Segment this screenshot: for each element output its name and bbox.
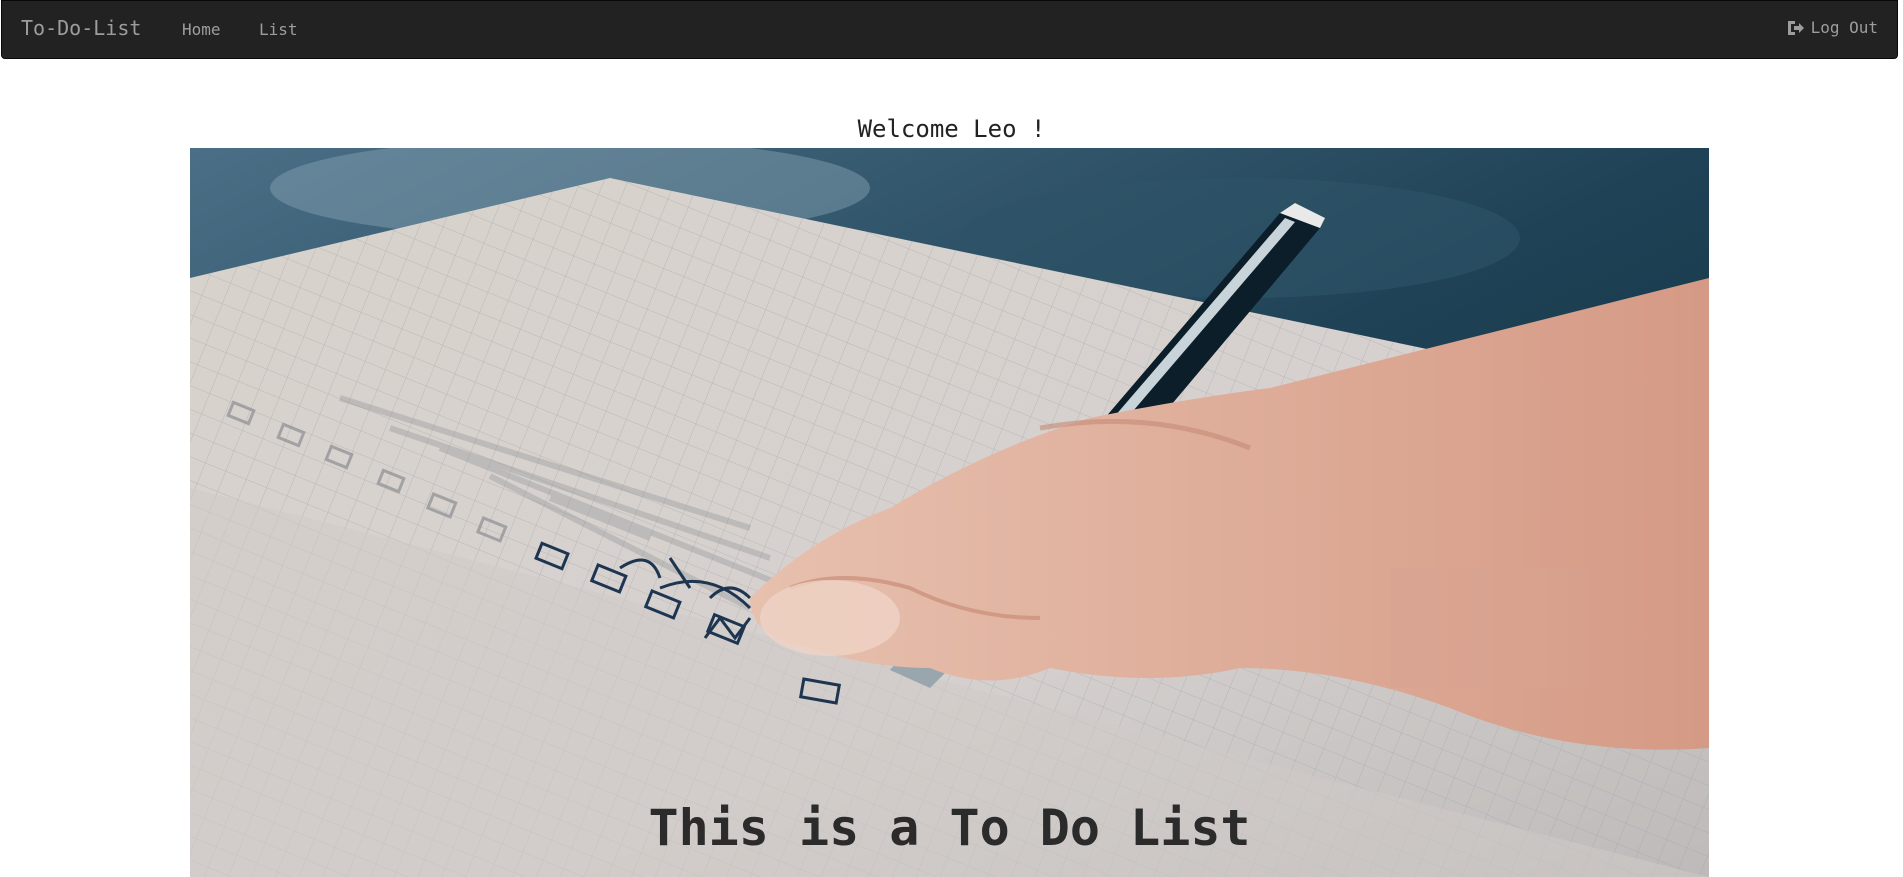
brand-link[interactable]: To-Do-List [21,16,141,40]
top-navbar: To-Do-List Home List Log Out [1,0,1898,59]
nav-list-link[interactable]: List [259,20,298,39]
logout-button[interactable]: Log Out [1786,18,1878,37]
hero-banner: This is a To Do List [190,148,1709,877]
hero-title: This is a To Do List [648,799,1251,857]
welcome-message: Welcome Leo ! [857,115,1046,143]
log-out-icon [1786,20,1804,36]
logout-label: Log Out [1810,18,1878,37]
nav-home-link[interactable]: Home [182,20,221,39]
hero-image [190,148,1709,877]
